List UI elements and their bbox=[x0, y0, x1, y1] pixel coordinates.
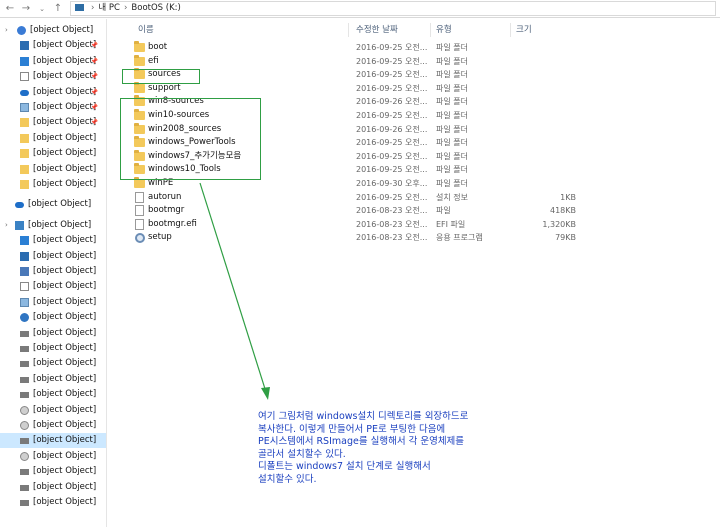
annotation-line: 설치할수 있다. bbox=[258, 473, 317, 485]
annotation-line: 복사한다. 이렇게 만들어서 PE로 부팅한 다음에 bbox=[258, 423, 446, 435]
annotation-line: 골라서 설치할수 있다. bbox=[258, 448, 346, 460]
annotation-line: 디폴트는 windows7 설치 단계로 실행해서 bbox=[258, 461, 431, 472]
annotation-line: PE시스템에서 RSImage를 실행해서 각 운영체제를 bbox=[258, 436, 465, 447]
annotation-line: 여기 그림처럼 windows설치 디렉토리를 외장하드로 bbox=[258, 411, 469, 422]
annotation-text: 여기 그림처럼 windows설치 디렉토리를 외장하드로 복사한다. 이렇게 … bbox=[258, 411, 578, 486]
